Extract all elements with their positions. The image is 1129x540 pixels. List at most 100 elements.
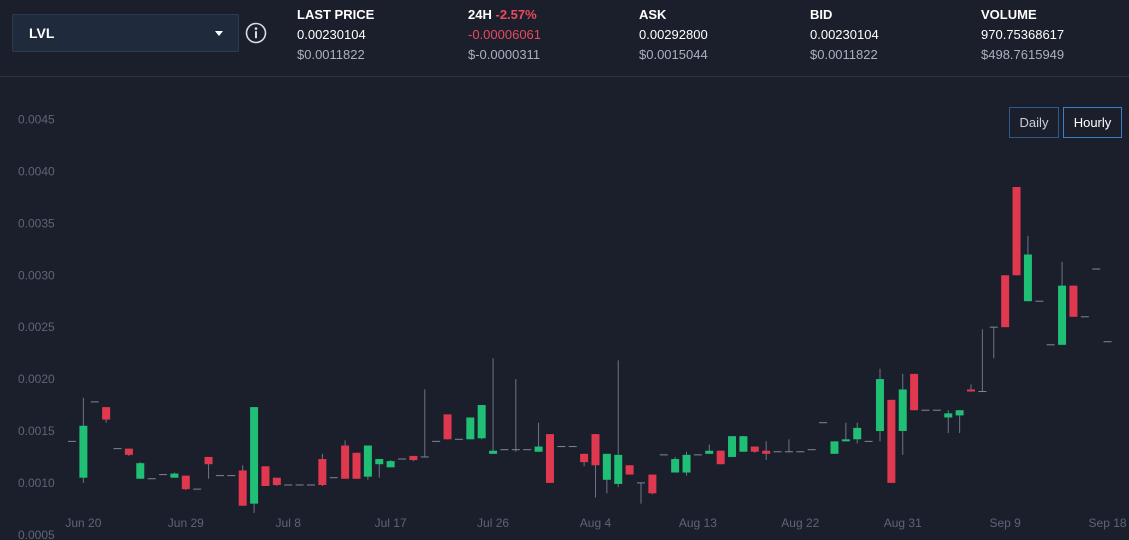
candle-up bbox=[375, 459, 384, 465]
x-tick-label: Jul 8 bbox=[276, 516, 302, 530]
candle-up bbox=[739, 436, 748, 452]
x-tick-label: Jun 20 bbox=[65, 516, 101, 530]
x-tick-label: Jun 29 bbox=[168, 516, 204, 530]
candle-up bbox=[944, 413, 953, 418]
candle-down bbox=[1012, 187, 1021, 276]
candle-down bbox=[181, 475, 190, 490]
candle-up bbox=[477, 405, 486, 439]
candle-down bbox=[443, 414, 452, 440]
candle-up bbox=[489, 450, 498, 454]
x-tick-label: Aug 31 bbox=[884, 516, 922, 530]
candle-up bbox=[602, 453, 611, 480]
candle-down bbox=[625, 465, 634, 475]
candle-up bbox=[853, 427, 862, 440]
candle-up bbox=[386, 461, 395, 468]
candle-down bbox=[352, 452, 361, 479]
x-tick-label: Aug 22 bbox=[781, 516, 819, 530]
stat-last-price: LAST PRICE 0.00230104 $0.0011822 bbox=[297, 5, 374, 65]
candle-down bbox=[409, 455, 418, 461]
candle-down bbox=[318, 459, 327, 485]
candle-down bbox=[124, 448, 133, 455]
candle-up bbox=[614, 454, 623, 484]
candle-up bbox=[875, 379, 884, 431]
info-icon[interactable] bbox=[245, 22, 267, 44]
candle-up bbox=[534, 446, 543, 452]
timeframe-daily-button[interactable]: Daily bbox=[1009, 107, 1059, 138]
stat-24h-change-percent: -2.57% bbox=[495, 7, 537, 22]
candle-down bbox=[261, 466, 270, 487]
candle-up bbox=[898, 389, 907, 431]
candle-up bbox=[466, 417, 475, 440]
y-tick-label: 0.0035 bbox=[18, 216, 55, 230]
x-tick-label: Jul 17 bbox=[375, 516, 407, 530]
x-tick-label: Jul 26 bbox=[477, 516, 509, 530]
stat-24h-value: -0.00006061 bbox=[468, 27, 542, 42]
candle-down bbox=[910, 373, 919, 411]
candle-up bbox=[170, 473, 179, 478]
candle-up bbox=[79, 425, 88, 478]
y-tick-label: 0.0045 bbox=[18, 113, 55, 127]
candle-down bbox=[967, 389, 976, 392]
candle-down bbox=[238, 470, 247, 506]
y-tick-label: 0.0005 bbox=[18, 528, 55, 540]
x-tick-label: Sep 9 bbox=[989, 516, 1021, 530]
stat-ask: ASK 0.00292800 $0.0015044 bbox=[639, 5, 708, 65]
y-tick-label: 0.0040 bbox=[18, 164, 55, 178]
stat-volume-value: 970.75368617 bbox=[981, 27, 1065, 42]
candle-down bbox=[580, 453, 589, 463]
stat-24h: 24H -2.57% -0.00006061 $-0.0000311 bbox=[468, 5, 541, 65]
candle-up bbox=[705, 450, 714, 454]
y-tick-label: 0.0025 bbox=[18, 320, 55, 334]
stat-24h-usd: $-0.0000311 bbox=[468, 47, 541, 62]
candle-up bbox=[671, 459, 680, 473]
candle-down bbox=[716, 450, 725, 465]
stat-bid-value: 0.00230104 bbox=[810, 27, 879, 42]
stat-ask-usd: $0.0015044 bbox=[639, 47, 708, 62]
candle-down bbox=[1001, 275, 1010, 328]
stat-volume-heading: VOLUME bbox=[981, 7, 1037, 22]
candle-up bbox=[1023, 254, 1032, 302]
stat-bid: BID 0.00230104 $0.0011822 bbox=[810, 5, 879, 65]
candle-down bbox=[887, 399, 896, 483]
candle-down bbox=[1069, 285, 1078, 317]
candle-up bbox=[955, 410, 964, 416]
candle-up bbox=[250, 407, 259, 504]
candle-down bbox=[272, 477, 281, 485]
caret-down-icon bbox=[215, 31, 223, 36]
candle-up bbox=[841, 439, 850, 442]
stat-volume: VOLUME 970.75368617 $498.7615949 bbox=[981, 5, 1064, 65]
stat-volume-usd: $498.7615949 bbox=[981, 47, 1065, 62]
timeframe-hourly-button[interactable]: Hourly bbox=[1063, 107, 1122, 138]
candle-down bbox=[750, 446, 759, 452]
candle-down bbox=[102, 407, 111, 420]
y-tick-label: 0.0030 bbox=[18, 268, 55, 282]
candle-up bbox=[363, 445, 372, 477]
x-tick-label: Aug 4 bbox=[580, 516, 612, 530]
pair-dropdown[interactable]: LVL bbox=[12, 14, 239, 52]
stat-bid-heading: BID bbox=[810, 7, 833, 22]
candle-down bbox=[545, 434, 554, 483]
pair-dropdown-label: LVL bbox=[29, 25, 55, 41]
candle-up bbox=[682, 454, 691, 473]
candle-up bbox=[728, 436, 737, 457]
candle-up bbox=[1058, 285, 1067, 345]
candle-down bbox=[591, 434, 600, 466]
stat-24h-heading: 24H -2.57% bbox=[468, 7, 537, 22]
stat-last-price-usd: $0.0011822 bbox=[297, 47, 365, 62]
candle-down bbox=[204, 456, 213, 465]
stat-last-price-heading: LAST PRICE bbox=[297, 7, 375, 22]
x-tick-label: Sep 18 bbox=[1089, 516, 1127, 530]
candle-up bbox=[136, 463, 145, 479]
price-chart[interactable]: 0.0005 0.0010 0.0015 0.0020 0.0025 0.0030 0.00… bbox=[0, 78, 1129, 540]
candle-down bbox=[648, 474, 657, 494]
market-header: LVL LAST PRICE 0.00230104 $0.0011822 24H… bbox=[0, 0, 1129, 77]
stat-last-price-value: 0.00230104 bbox=[297, 27, 366, 42]
stat-bid-usd: $0.0011822 bbox=[810, 47, 878, 62]
y-tick-label: 0.0010 bbox=[18, 476, 55, 490]
candle-down bbox=[762, 450, 771, 454]
candle-up bbox=[830, 441, 839, 454]
x-tick-label: Aug 13 bbox=[679, 516, 717, 530]
stat-ask-value: 0.00292800 bbox=[639, 27, 708, 42]
y-tick-label: 0.0020 bbox=[18, 372, 55, 386]
candle-down bbox=[341, 445, 350, 479]
